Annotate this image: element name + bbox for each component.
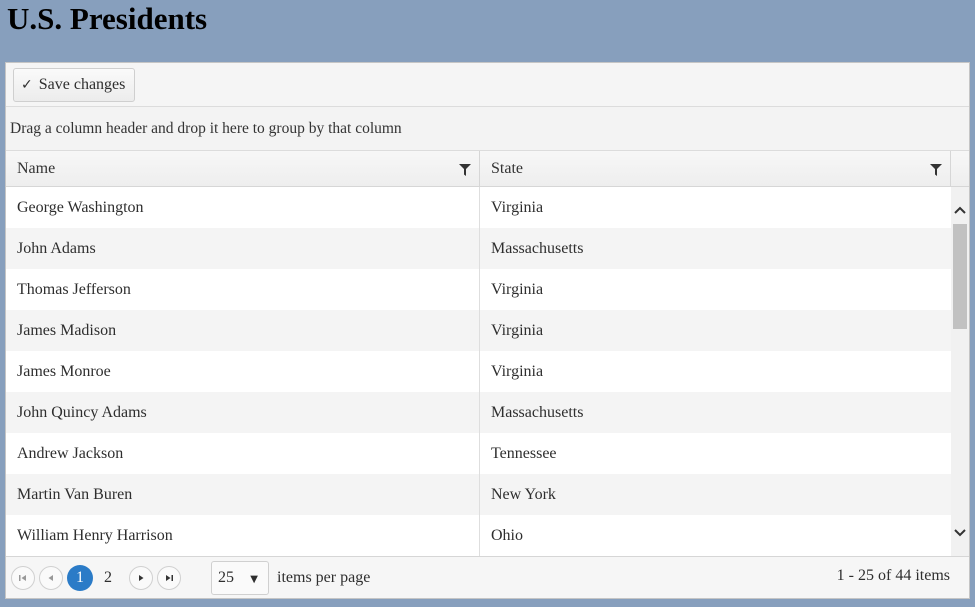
page-size-value: 25 <box>218 568 234 586</box>
name-cell[interactable]: John Adams <box>6 228 480 269</box>
grid-rows: George Washington Virginia John Adams Ma… <box>6 187 951 556</box>
save-changes-button[interactable]: ✓ Save changes <box>13 67 136 102</box>
prev-page-icon[interactable] <box>39 565 63 590</box>
state-cell[interactable]: Virginia <box>480 269 951 310</box>
state-cell[interactable]: Virginia <box>480 351 951 392</box>
page-size-select[interactable]: 25 ▼ <box>211 560 269 595</box>
items-per-page-label: items per page <box>277 568 371 586</box>
state-cell[interactable]: Virginia <box>480 310 951 351</box>
last-page-icon[interactable] <box>157 565 181 590</box>
first-page-icon[interactable] <box>11 565 35 590</box>
grid-body: George Washington Virginia John Adams Ma… <box>6 187 969 556</box>
table-row[interactable]: James Madison Virginia <box>6 310 951 351</box>
scroll-up-icon[interactable] <box>951 201 969 219</box>
column-header-name-label: Name <box>17 159 56 177</box>
column-header-state-label: State <box>491 159 523 177</box>
name-cell[interactable]: George Washington <box>6 187 480 228</box>
state-cell[interactable]: Virginia <box>480 187 951 228</box>
table-row[interactable]: Martin Van Buren New York <box>6 474 951 515</box>
grid-pager: 1 2 25 ▼ items per page 1 - 25 of 44 ite… <box>6 556 969 598</box>
state-cell[interactable]: Massachusetts <box>480 228 951 269</box>
next-page-icon[interactable] <box>129 565 153 590</box>
table-row[interactable]: George Washington Virginia <box>6 187 951 228</box>
table-row[interactable]: Andrew Jackson Tennessee <box>6 433 951 474</box>
dropdown-caret-icon: ▼ <box>250 573 258 585</box>
name-cell[interactable]: Andrew Jackson <box>6 433 480 474</box>
name-cell[interactable]: John Quincy Adams <box>6 392 480 433</box>
name-cell[interactable]: Martin Van Buren <box>6 474 480 515</box>
state-cell[interactable]: Ohio <box>480 515 951 556</box>
save-changes-label: Save changes <box>38 75 126 93</box>
table-row[interactable]: John Adams Massachusetts <box>6 228 951 269</box>
page-number-current[interactable]: 1 <box>67 564 93 591</box>
filter-icon[interactable] <box>459 164 471 176</box>
table-row[interactable]: John Quincy Adams Massachusetts <box>6 392 951 433</box>
header-scroll-spacer <box>951 151 969 186</box>
presidents-grid: ✓ Save changes Drag a column header and … <box>5 62 970 599</box>
page-title: U.S. Presidents <box>7 1 208 36</box>
table-row[interactable]: William Henry Harrison Ohio <box>6 515 951 556</box>
column-header-name[interactable]: Name <box>6 151 480 186</box>
column-header-state[interactable]: State <box>480 151 951 186</box>
page-number[interactable]: 2 <box>95 565 121 591</box>
state-cell[interactable]: New York <box>480 474 951 515</box>
check-icon: ✓ <box>21 76 33 93</box>
vertical-scrollbar[interactable] <box>951 187 969 556</box>
group-drop-panel[interactable]: Drag a column header and drop it here to… <box>6 107 969 151</box>
pager-info: 1 - 25 of 44 items <box>836 567 950 584</box>
name-cell[interactable]: William Henry Harrison <box>6 515 480 556</box>
grid-toolbar: ✓ Save changes <box>6 63 969 107</box>
table-row[interactable]: Thomas Jefferson Virginia <box>6 269 951 310</box>
scroll-down-icon[interactable] <box>951 524 969 542</box>
state-cell[interactable]: Tennessee <box>480 433 951 474</box>
name-cell[interactable]: Thomas Jefferson <box>6 269 480 310</box>
state-cell[interactable]: Massachusetts <box>480 392 951 433</box>
group-panel-hint: Drag a column header and drop it here to… <box>10 119 402 137</box>
scrollbar-thumb[interactable] <box>953 224 967 329</box>
grid-header: Name State <box>6 151 969 187</box>
name-cell[interactable]: James Madison <box>6 310 480 351</box>
name-cell[interactable]: James Monroe <box>6 351 480 392</box>
filter-icon[interactable] <box>930 164 942 176</box>
table-row[interactable]: James Monroe Virginia <box>6 351 951 392</box>
